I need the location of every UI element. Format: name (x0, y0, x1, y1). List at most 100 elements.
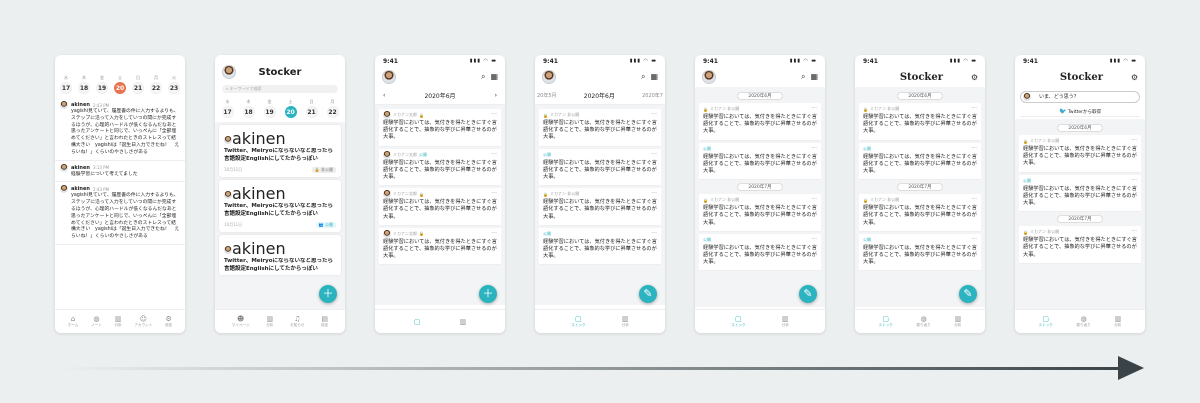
day-item[interactable]: 木 18 (242, 99, 255, 118)
chat-message[interactable]: akinen 2:43 PM yagishi見ていて、履歴書の件に入力するよりも、… (55, 182, 185, 245)
avatar[interactable] (222, 65, 236, 79)
avatar[interactable] (382, 70, 396, 84)
entry-card[interactable]: ミカナン太郎 🔒 ··· 経験学習においては、気付きを得たときにすぐ言語化することで… (379, 109, 501, 147)
tab-analysis[interactable]: ▥ 分析 (1114, 315, 1121, 328)
avatar[interactable] (542, 70, 556, 84)
search-icon[interactable]: ⌕ (641, 72, 645, 82)
twitter-import-button[interactable]: 🐦 Twitterから取得 (1020, 107, 1140, 117)
more-icon[interactable]: ··· (971, 196, 977, 203)
tab-stock[interactable]: ▢ ストック (731, 315, 745, 328)
day-item[interactable]: 火 23 (168, 75, 180, 94)
entry-card[interactable]: 公開 ··· 経験学習においては、気付きを得たときにすぐ言語化することで、抽象的な… (699, 142, 821, 181)
tab-stock[interactable]: ▢ (414, 318, 421, 326)
more-icon[interactable]: ··· (1131, 137, 1137, 144)
tab-stock[interactable]: ▢ ストック (879, 315, 893, 328)
entry-card[interactable]: 公開 ··· 経験学習においては、気付きを得たときにすぐ言語化することで、抽象的な… (539, 148, 661, 187)
chevron-right-icon[interactable]: › (495, 92, 497, 99)
tab-timeline[interactable]: ◍ 振り返り (916, 315, 930, 328)
entry-card[interactable]: 🔒 ミカナン 非公開 ··· 経験学習においては、気付きを得たときにすぐ言語化するこ… (859, 103, 981, 141)
edit-button[interactable]: ✎ (959, 285, 977, 303)
more-icon[interactable]: ··· (651, 190, 657, 197)
entry-card[interactable]: 🔒 ミカナン 非公開 ··· 経験学習においては、気付きを得たときにすぐ言語化するこ… (1019, 226, 1141, 264)
more-icon[interactable]: ··· (1131, 228, 1137, 235)
add-button[interactable]: ＋ (319, 285, 337, 303)
stock-card[interactable]: akinen Twitter、Meiryoにならないなと思ったら言語設定Engl… (219, 235, 341, 275)
tab-note[interactable]: ◍ ノート (91, 315, 102, 328)
day-item[interactable]: 水 17 (60, 75, 72, 94)
edit-button[interactable]: ✎ (639, 285, 657, 303)
entry-card[interactable]: ミカナン太郎 🔒 ··· 経験学習においては、気付きを得たときにすぐ言語化することで… (379, 227, 501, 266)
day-item-selected[interactable]: 土 20 (284, 99, 297, 118)
chat-message[interactable]: akinen 3:13 PM 経験学習について考えてました (55, 161, 185, 183)
day-item[interactable]: 月 22 (326, 99, 339, 118)
day-item[interactable]: 水 17 (221, 99, 234, 118)
more-icon[interactable]: ··· (651, 230, 657, 237)
tab-stock[interactable]: ▢ ストック (571, 315, 585, 328)
avatar[interactable] (702, 70, 716, 84)
search-input[interactable]: ⌕ キーワードで検索 (222, 85, 338, 93)
add-button[interactable]: ＋ (479, 285, 497, 303)
more-icon[interactable]: ··· (491, 190, 497, 197)
chevron-left-icon[interactable]: ‹ (383, 92, 385, 99)
more-icon[interactable]: ··· (811, 105, 817, 112)
stock-card[interactable]: akinen Twitter、Meiryoにならないなと思ったら言語設定Engl… (219, 180, 341, 232)
entry-card[interactable]: 🔒 ミカナン 非公開 ··· 経験学習においては、気付きを得たときにすぐ言語化するこ… (539, 188, 661, 226)
day-item[interactable]: 金 19 (96, 75, 108, 94)
day-item-selected[interactable]: 土 20 (114, 75, 126, 94)
more-icon[interactable]: ··· (811, 145, 817, 152)
day-item[interactable]: 木 18 (78, 75, 90, 94)
entry-card[interactable]: ミカナン太郎 公開 ··· 経験学習においては、気付きを得たときにすぐ言語化すること… (379, 148, 501, 187)
day-item[interactable]: 月 22 (150, 75, 162, 94)
tab-analysis[interactable]: ▥ 分析 (622, 315, 629, 328)
more-icon[interactable]: ··· (491, 151, 497, 158)
gear-icon[interactable]: ⚙ (1131, 73, 1138, 82)
entry-card[interactable]: 🔒 ミカナン 非公開 ··· 経験学習においては、気付きを得たときにすぐ言語化するこ… (699, 103, 821, 141)
day-item[interactable]: 日 21 (132, 75, 144, 94)
tab-analysis[interactable]: ▥ 分析 (954, 315, 961, 328)
tab-settings[interactable]: ▤ 設定 (321, 315, 328, 328)
stock-card[interactable]: akinen Twitter、Meiryoにならないなと思ったら言語設定Engl… (219, 125, 341, 177)
entry-card[interactable]: 🔒 ミカナン 非公開 ··· 経験学習においては、気付きを得たときにすぐ言語化するこ… (539, 109, 661, 147)
entry-card[interactable]: 公開 ··· 経験学習においては、気付きを得たときにすぐ言語化することで、抽象的な… (539, 227, 661, 266)
more-icon[interactable]: ··· (971, 236, 977, 243)
more-icon[interactable]: ··· (971, 105, 977, 112)
gear-icon[interactable]: ⚙ (971, 73, 978, 82)
more-icon[interactable]: ··· (971, 145, 977, 152)
more-icon[interactable]: ··· (811, 236, 817, 243)
entry-card[interactable]: 🔒 ミカナン 非公開 ··· 経験学習においては、気付きを得たときにすぐ言語化するこ… (1019, 135, 1141, 173)
entry-card[interactable]: ミカナン太郎 🔒 ··· 経験学習においては、気付きを得たときにすぐ言語化することで… (379, 188, 501, 226)
tab-mypage[interactable]: ☻ マイページ (232, 315, 250, 328)
calendar-icon[interactable]: ▦ (490, 72, 498, 82)
post-input[interactable]: いま、どう思う？ (1020, 91, 1140, 103)
search-icon[interactable]: ⌕ (481, 72, 485, 82)
tab-analysis[interactable]: ▥ 分析 (266, 315, 273, 328)
more-icon[interactable]: ··· (491, 111, 497, 118)
tab-analysis[interactable]: ▥ (459, 318, 466, 326)
tab-analysis[interactable]: ▥ 分析 (782, 315, 789, 328)
tab-account[interactable]: ☺ アカウント (134, 315, 152, 328)
tab-analysis[interactable]: ▥ 分析 (115, 315, 122, 328)
entry-card[interactable]: 公開 ··· 経験学習においては、気付きを得たときにすぐ言語化することで、抽象的な… (859, 142, 981, 181)
more-icon[interactable]: ··· (491, 230, 497, 237)
tab-home[interactable]: ⌂ ホーム (68, 315, 79, 328)
calendar-icon[interactable]: ▦ (810, 72, 818, 82)
entry-card[interactable]: 公開 ··· 経験学習においては、気付きを得たときにすぐ言語化することで、抽象的な… (859, 233, 981, 272)
day-item[interactable]: 金 19 (263, 99, 276, 118)
entry-card[interactable]: 🔒 ミカナン 非公開 ··· 経験学習においては、気付きを得たときにすぐ言語化するこ… (699, 194, 821, 232)
edit-button[interactable]: ✎ (799, 285, 817, 303)
more-icon[interactable]: ··· (1131, 177, 1137, 184)
more-icon[interactable]: ··· (651, 151, 657, 158)
entry-card[interactable]: 公開 ··· 経験学習においては、気付きを得たときにすぐ言語化することで、抽象的な… (1019, 174, 1141, 213)
tab-notice[interactable]: ♫ お知らせ (290, 315, 304, 328)
entry-card[interactable]: 🔒 ミカナン 非公開 ··· 経験学習においては、気付きを得たときにすぐ言語化するこ… (859, 194, 981, 232)
entry-card[interactable]: 公開 ··· 経験学習においては、気付きを得たときにすぐ言語化することで、抽象的な… (699, 233, 821, 272)
month-scroller[interactable]: 20年5月 2020年6月 2020年7 (535, 87, 665, 105)
search-icon[interactable]: ⌕ (801, 72, 805, 82)
tab-stock[interactable]: ▢ ストック (1039, 315, 1053, 328)
tab-timeline[interactable]: ◍ 振り返り (1076, 315, 1090, 328)
chat-message[interactable]: akinen 2:43 PM yagishi見ていて、履歴書の件に入力するよりも、… (55, 98, 185, 161)
day-item[interactable]: 日 21 (305, 99, 318, 118)
calendar-icon[interactable]: ▦ (650, 72, 658, 82)
more-icon[interactable]: ··· (811, 196, 817, 203)
tab-settings[interactable]: ⚙ 設定 (165, 315, 172, 328)
